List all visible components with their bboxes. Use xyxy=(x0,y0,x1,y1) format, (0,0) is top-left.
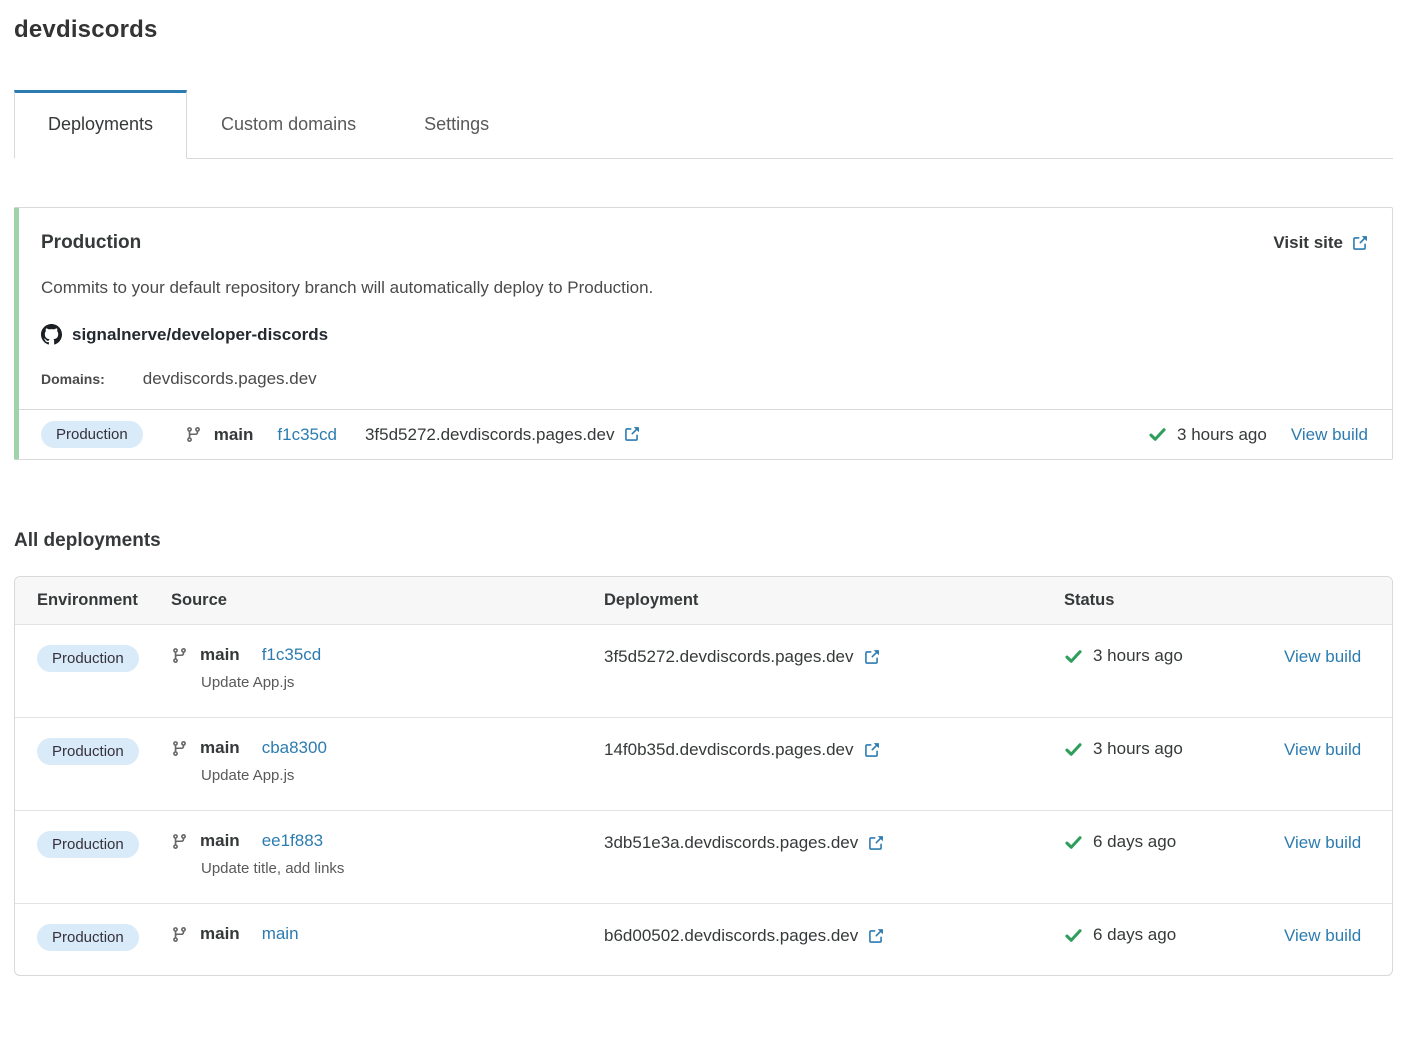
page-title: devdiscords xyxy=(14,16,1393,44)
table-row: Production main main b6d00502.devdiscord… xyxy=(15,903,1392,975)
view-build-link[interactable]: View build xyxy=(1284,740,1361,759)
external-link-icon xyxy=(863,649,880,666)
view-build-link[interactable]: View build xyxy=(1284,833,1361,852)
external-link-icon xyxy=(1351,235,1368,252)
production-heading: Production xyxy=(41,232,141,254)
commit-link[interactable]: f1c35cd xyxy=(262,645,322,665)
environment-badge: Production xyxy=(41,421,143,448)
deployment-url: 3db51e3a.devdiscords.pages.dev xyxy=(604,833,858,853)
table-row: Production main ee1f883 Update title, ad… xyxy=(15,810,1392,903)
git-branch-icon xyxy=(185,426,202,443)
deployment-time: 3 hours ago xyxy=(1177,425,1267,445)
view-build-link[interactable]: View build xyxy=(1284,647,1361,666)
deployment-time: 6 days ago xyxy=(1093,832,1176,852)
tab-settings[interactable]: Settings xyxy=(390,90,523,158)
deployment-url-link[interactable]: 14f0b35d.devdiscords.pages.dev xyxy=(604,740,880,760)
commit-message: Update title, add links xyxy=(201,860,604,877)
commit-message: Update App.js xyxy=(201,767,604,784)
git-branch-icon xyxy=(171,833,188,850)
production-description: Commits to your default repository branc… xyxy=(41,278,1368,298)
branch-name: main xyxy=(200,924,240,944)
table-row: Production main f1c35cd Update App.js 3f… xyxy=(15,624,1392,717)
deployment-url-link[interactable]: 3f5d5272.devdiscords.pages.dev xyxy=(365,425,641,445)
deployment-time: 3 hours ago xyxy=(1093,739,1183,759)
deployment-url: b6d00502.devdiscords.pages.dev xyxy=(604,926,858,946)
deployments-table: Environment Source Deployment Status Pro… xyxy=(14,576,1393,976)
branch-name: main xyxy=(214,425,254,445)
visit-site-link[interactable]: Visit site xyxy=(1273,233,1368,253)
table-row: Production main cba8300 Update App.js 14… xyxy=(15,717,1392,810)
environment-badge: Production xyxy=(37,924,139,951)
commit-message: Update App.js xyxy=(201,674,604,691)
column-header-deployment: Deployment xyxy=(604,591,1064,610)
domains-label: Domains: xyxy=(41,371,105,387)
column-header-source: Source xyxy=(171,591,604,610)
commit-link[interactable]: ee1f883 xyxy=(262,831,323,851)
commit-link[interactable]: main xyxy=(262,924,299,944)
deployment-url-link[interactable]: 3db51e3a.devdiscords.pages.dev xyxy=(604,833,884,853)
deployment-url: 14f0b35d.devdiscords.pages.dev xyxy=(604,740,854,760)
table-header: Environment Source Deployment Status xyxy=(15,577,1392,624)
check-icon xyxy=(1064,740,1083,759)
check-icon xyxy=(1064,833,1083,852)
tab-custom-domains[interactable]: Custom domains xyxy=(187,90,390,158)
git-branch-icon xyxy=(171,926,188,943)
view-build-link[interactable]: View build xyxy=(1284,926,1361,945)
environment-badge: Production xyxy=(37,645,139,672)
production-deployment-row: Production main f1c35cd 3f5d5272.devdisc… xyxy=(19,409,1392,459)
repo-name: signalnerve/developer-discords xyxy=(72,325,328,345)
environment-badge: Production xyxy=(37,738,139,765)
deployment-url-link[interactable]: b6d00502.devdiscords.pages.dev xyxy=(604,926,884,946)
branch-name: main xyxy=(200,831,240,851)
external-link-icon xyxy=(867,928,884,945)
tab-deployments[interactable]: Deployments xyxy=(14,90,187,159)
branch-name: main xyxy=(200,645,240,665)
check-icon xyxy=(1064,647,1083,666)
commit-link[interactable]: cba8300 xyxy=(262,738,327,758)
production-card: Production Visit site Commits to your de… xyxy=(14,207,1393,460)
environment-badge: Production xyxy=(37,831,139,858)
deployment-url: 3f5d5272.devdiscords.pages.dev xyxy=(365,425,615,445)
tab-bar: Deployments Custom domains Settings xyxy=(14,90,1393,159)
visit-site-label: Visit site xyxy=(1273,233,1343,253)
column-header-status: Status xyxy=(1064,591,1284,610)
deployment-url-link[interactable]: 3f5d5272.devdiscords.pages.dev xyxy=(604,647,880,667)
branch-name: main xyxy=(200,738,240,758)
github-icon xyxy=(41,324,62,345)
external-link-icon xyxy=(867,835,884,852)
domains-value: devdiscords.pages.dev xyxy=(143,369,317,389)
check-icon xyxy=(1064,926,1083,945)
deployment-url: 3f5d5272.devdiscords.pages.dev xyxy=(604,647,854,667)
deployment-time: 6 days ago xyxy=(1093,925,1176,945)
external-link-icon xyxy=(863,742,880,759)
deployment-time: 3 hours ago xyxy=(1093,646,1183,666)
git-branch-icon xyxy=(171,647,188,664)
commit-link[interactable]: f1c35cd xyxy=(277,425,337,445)
all-deployments-heading: All deployments xyxy=(14,530,1393,552)
check-icon xyxy=(1148,425,1167,444)
external-link-icon xyxy=(623,426,640,443)
git-branch-icon xyxy=(171,740,188,757)
column-header-environment: Environment xyxy=(37,591,171,610)
view-build-link[interactable]: View build xyxy=(1291,425,1368,445)
